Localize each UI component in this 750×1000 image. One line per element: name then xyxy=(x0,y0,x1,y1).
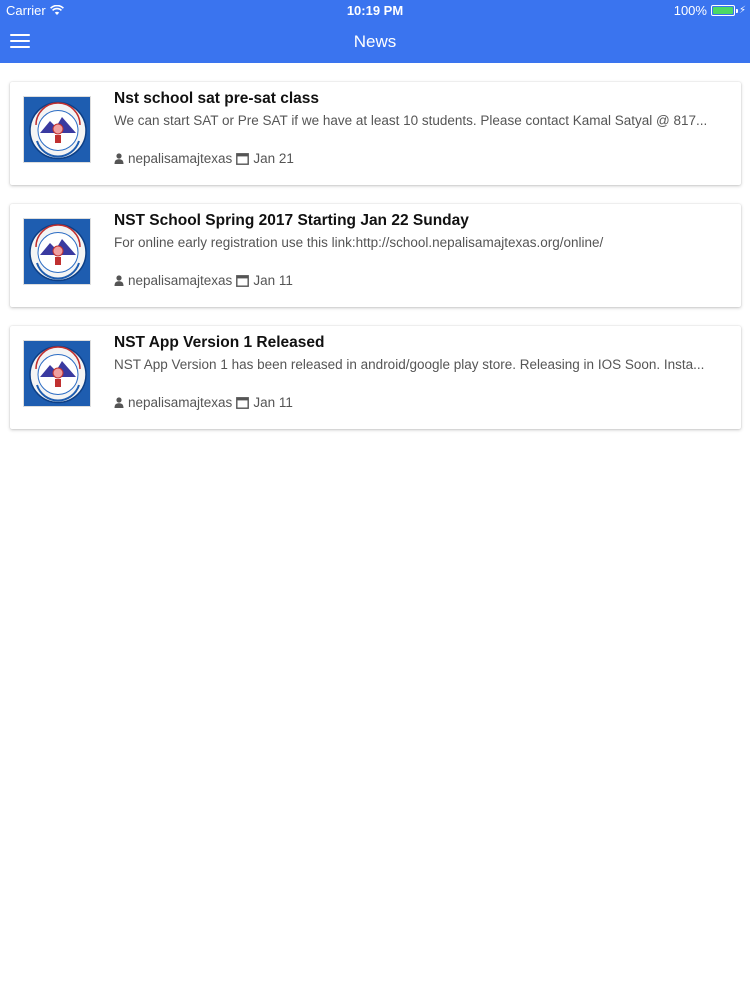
battery-percent: 100% xyxy=(673,3,707,18)
news-card[interactable]: NST School Spring 2017 Starting Jan 22 S… xyxy=(10,204,741,307)
user-icon xyxy=(114,275,124,286)
society-logo-thumbnail xyxy=(23,340,91,407)
news-author: nepalisamajtexas xyxy=(128,395,233,410)
news-description: NST App Version 1 has been released in a… xyxy=(114,357,705,372)
status-right: 100% ⚡ xyxy=(674,3,746,18)
news-meta: nepalisamajtexas Jan 21 xyxy=(114,151,294,166)
society-logo-thumbnail xyxy=(23,96,91,163)
news-date: Jan 21 xyxy=(253,151,294,166)
news-card[interactable]: NST App Version 1 Released NST App Versi… xyxy=(10,326,741,429)
charging-icon: ⚡ xyxy=(738,5,746,16)
news-meta: nepalisamajtexas Jan 11 xyxy=(114,273,293,288)
news-title: NST App Version 1 Released xyxy=(114,334,325,351)
user-icon xyxy=(114,397,124,408)
battery-icon xyxy=(710,5,738,16)
status-bar: Carrier 10:19 PM 100% ⚡ xyxy=(0,0,750,20)
navigation-bar: News xyxy=(0,20,750,63)
app-header: Carrier 10:19 PM 100% ⚡ News xyxy=(0,0,750,63)
news-author: nepalisamajtexas xyxy=(128,151,233,166)
news-title: Nst school sat pre-sat class xyxy=(114,90,320,107)
news-title: NST School Spring 2017 Starting Jan 22 S… xyxy=(114,212,469,229)
status-time: 10:19 PM xyxy=(346,3,404,18)
society-logo-thumbnail xyxy=(23,218,91,285)
calendar-icon xyxy=(236,152,250,165)
news-meta: nepalisamajtexas Jan 11 xyxy=(114,395,293,410)
news-card[interactable]: Nst school sat pre-sat class We can star… xyxy=(10,82,741,185)
calendar-icon xyxy=(236,396,250,409)
user-icon xyxy=(114,153,124,164)
news-author: nepalisamajtexas xyxy=(128,273,233,288)
news-date: Jan 11 xyxy=(253,395,293,410)
page-title: News xyxy=(353,32,397,51)
news-date: Jan 11 xyxy=(253,273,293,288)
news-list: Nst school sat pre-sat class We can star… xyxy=(10,82,741,448)
news-description: We can start SAT or Pre SAT if we have a… xyxy=(114,113,708,128)
calendar-icon xyxy=(236,274,250,287)
news-description: For online early registration use this l… xyxy=(114,235,604,250)
